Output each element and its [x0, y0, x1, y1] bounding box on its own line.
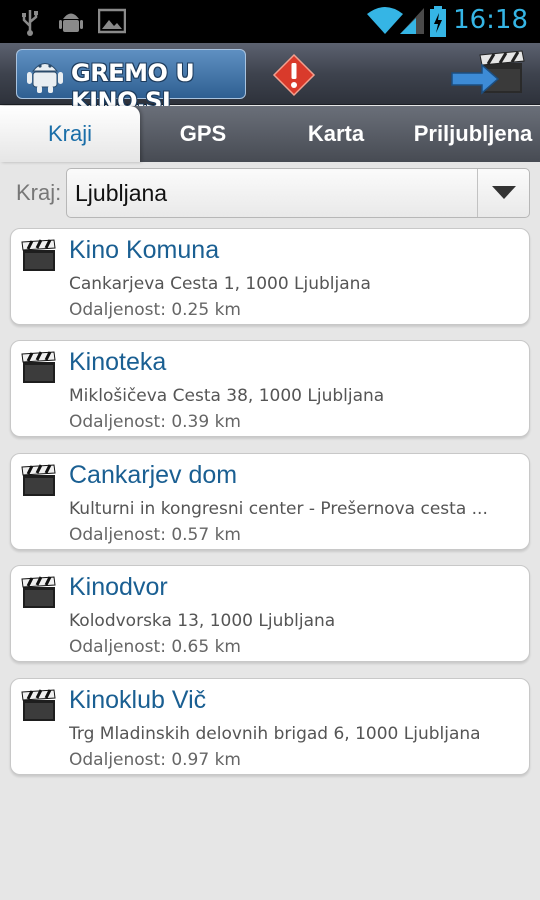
image-icon	[97, 8, 127, 38]
app-logo: GREMO U KINO.SI	[16, 49, 246, 115]
cinema-distance: Odaljenost: 0.39 km	[69, 412, 241, 432]
tab-kraji[interactable]: Kraji	[0, 106, 140, 162]
cinema-distance: Odaljenost: 0.65 km	[69, 637, 241, 657]
android-debug-icon	[58, 8, 84, 40]
clapperboard-icon	[21, 351, 57, 389]
clapperboard-icon	[21, 689, 57, 727]
cinema-list-item[interactable]: Kinoteka Miklošičeva Cesta 38, 1000 Ljub…	[10, 340, 530, 437]
clapperboard-icon	[21, 576, 57, 614]
cinema-address: Kolodvorska 13, 1000 Ljubljana	[69, 611, 336, 631]
cinema-list-item[interactable]: Cankarjev dom Kulturni in kongresni cent…	[10, 453, 530, 550]
kraj-selected-value: Ljubljana	[75, 180, 168, 206]
cinema-name: Kino Komuna	[69, 236, 220, 264]
cinema-list-item[interactable]: Kinodvor Kolodvorska 13, 1000 Ljubljana …	[10, 565, 530, 662]
tab-bar: Kraji GPS Karta Priljubljena	[0, 106, 540, 162]
tab-priljubljena[interactable]: Priljubljena	[406, 106, 540, 162]
cinema-list-item[interactable]: Kinoklub Vič Trg Mladinskih delovnih bri…	[10, 678, 530, 775]
tab-karta[interactable]: Karta	[266, 106, 406, 162]
cinema-address: Kulturni in kongresni center - Prešernov…	[69, 499, 488, 519]
warning-icon	[272, 53, 316, 101]
battery-charging-icon	[428, 6, 448, 42]
cinema-list-item[interactable]: Kino Komuna Cankarjeva Cesta 1, 1000 Lju…	[10, 228, 530, 325]
tab-gps[interactable]: GPS	[140, 106, 266, 162]
status-time: 16:18	[453, 5, 528, 35]
cinema-name: Kinodvor	[69, 573, 168, 601]
cinema-distance: Odaljenost: 0.97 km	[69, 750, 241, 770]
cinema-action-button[interactable]	[448, 49, 528, 99]
cinema-name: Cankarjev dom	[69, 461, 238, 489]
cinema-distance: Odaljenost: 0.57 km	[69, 525, 241, 545]
clapperboard-icon	[21, 239, 57, 277]
status-bar: 16:18	[0, 0, 540, 43]
dropdown-arrow-icon[interactable]	[477, 169, 529, 217]
arrow-clapperboard-icon	[448, 50, 528, 103]
cinema-distance: Odaljenost: 0.25 km	[69, 300, 241, 320]
app-header: GREMO U KINO.SI	[0, 43, 540, 115]
warning-button[interactable]	[272, 53, 316, 97]
usb-icon	[20, 8, 40, 40]
cinema-address: Miklošičeva Cesta 38, 1000 Ljubljana	[69, 386, 385, 406]
cinema-name: Kinoklub Vič	[69, 686, 207, 714]
signal-icon	[398, 6, 426, 40]
cinema-address: Cankarjeva Cesta 1, 1000 Ljubljana	[69, 274, 371, 294]
cinema-name: Kinoteka	[69, 348, 167, 376]
kraj-label: Kraj:	[16, 180, 62, 205]
android-robot-icon	[25, 56, 65, 98]
clapperboard-icon	[21, 464, 57, 502]
cinema-address: Trg Mladinskih delovnih brigad 6, 1000 L…	[69, 724, 481, 744]
kraj-dropdown[interactable]: Ljubljana	[66, 168, 530, 218]
